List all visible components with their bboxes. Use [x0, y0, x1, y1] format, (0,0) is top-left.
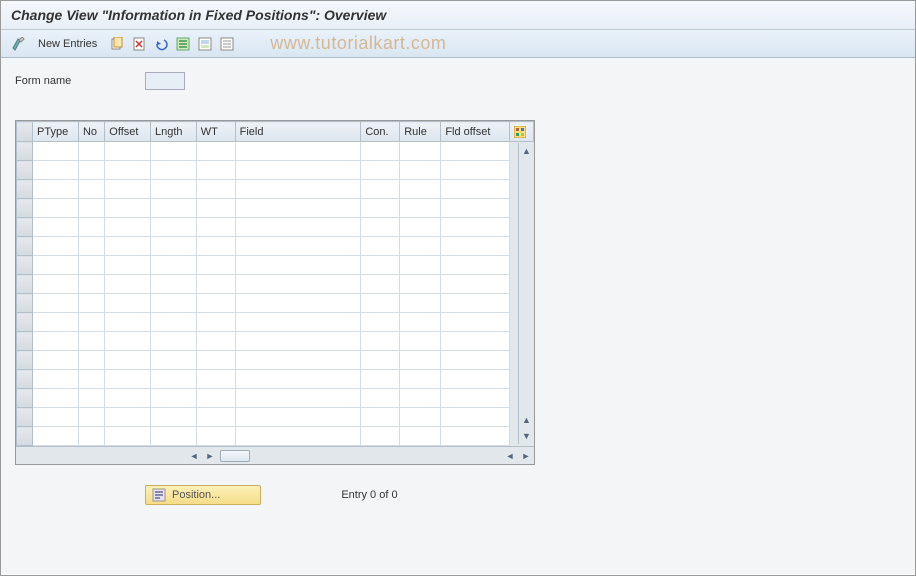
scroll-down-icon[interactable]: ▲ — [520, 413, 534, 427]
scroll-left-end-icon[interactable]: ◄ — [503, 449, 517, 463]
col-wt[interactable]: WT — [196, 122, 235, 142]
col-no[interactable]: No — [78, 122, 104, 142]
table-row[interactable] — [17, 237, 534, 256]
scroll-down-icon[interactable]: ▼ — [520, 429, 534, 443]
select-block-icon[interactable] — [196, 35, 214, 53]
form-name-input[interactable] — [145, 72, 185, 90]
table-row[interactable] — [17, 199, 534, 218]
form-name-row: Form name — [15, 72, 901, 90]
horizontal-scrollbar[interactable]: ◄ ► ◄ ► — [16, 446, 534, 464]
deselect-all-icon[interactable] — [218, 35, 236, 53]
table-row[interactable] — [17, 161, 534, 180]
position-button[interactable]: Position... — [145, 485, 261, 505]
table-row[interactable] — [17, 389, 534, 408]
scroll-right-end-icon[interactable]: ► — [519, 449, 533, 463]
page-title: Change View "Information in Fixed Positi… — [11, 7, 905, 23]
table-row[interactable] — [17, 427, 534, 446]
scroll-thumb[interactable] — [220, 450, 250, 462]
entry-count-text: Entry 0 of 0 — [341, 489, 397, 501]
data-table: PType No Offset Lngth WT Field Con. Rule… — [15, 120, 535, 465]
table-row[interactable] — [17, 332, 534, 351]
col-offset[interactable]: Offset — [105, 122, 151, 142]
col-fldoffset[interactable]: Fld offset — [441, 122, 510, 142]
scroll-up-icon[interactable]: ▲ — [520, 144, 534, 158]
col-ptype[interactable]: PType — [33, 122, 79, 142]
table-row[interactable] — [17, 275, 534, 294]
table-row[interactable] — [17, 256, 534, 275]
table-row[interactable] — [17, 142, 534, 161]
col-con[interactable]: Con. — [361, 122, 400, 142]
copy-as-icon[interactable] — [108, 35, 126, 53]
table-settings-icon[interactable] — [509, 122, 533, 142]
table-row[interactable] — [17, 370, 534, 389]
delete-icon[interactable] — [130, 35, 148, 53]
position-button-label: Position... — [172, 489, 220, 501]
select-all-icon[interactable] — [174, 35, 192, 53]
table-row[interactable] — [17, 180, 534, 199]
position-icon — [152, 488, 166, 502]
col-lngth[interactable]: Lngth — [151, 122, 197, 142]
table-row[interactable] — [17, 218, 534, 237]
col-rule[interactable]: Rule — [400, 122, 441, 142]
new-entries-button[interactable]: New Entries — [31, 35, 104, 53]
col-field[interactable]: Field — [235, 122, 361, 142]
table-row[interactable] — [17, 294, 534, 313]
table-footer: Position... Entry 0 of 0 — [15, 485, 535, 505]
content-area: Form name PType No Offset Lngth WT Field… — [1, 58, 915, 574]
form-name-label: Form name — [15, 75, 145, 87]
table-body — [17, 142, 534, 446]
scroll-left-icon[interactable]: ◄ — [187, 449, 201, 463]
title-bar: Change View "Information in Fixed Positi… — [1, 1, 915, 30]
table-row[interactable] — [17, 351, 534, 370]
row-selector-header[interactable] — [17, 122, 33, 142]
toggle-icon[interactable] — [9, 35, 27, 53]
undo-icon[interactable] — [152, 35, 170, 53]
table-row[interactable] — [17, 408, 534, 427]
watermark-text: www.tutorialkart.com — [270, 33, 446, 54]
vertical-scrollbar[interactable]: ▲ ▲ ▼ — [518, 143, 534, 444]
scroll-right-icon[interactable]: ► — [203, 449, 217, 463]
table-row[interactable] — [17, 313, 534, 332]
application-toolbar: New Entries www.tutorialkart.com — [1, 30, 915, 58]
